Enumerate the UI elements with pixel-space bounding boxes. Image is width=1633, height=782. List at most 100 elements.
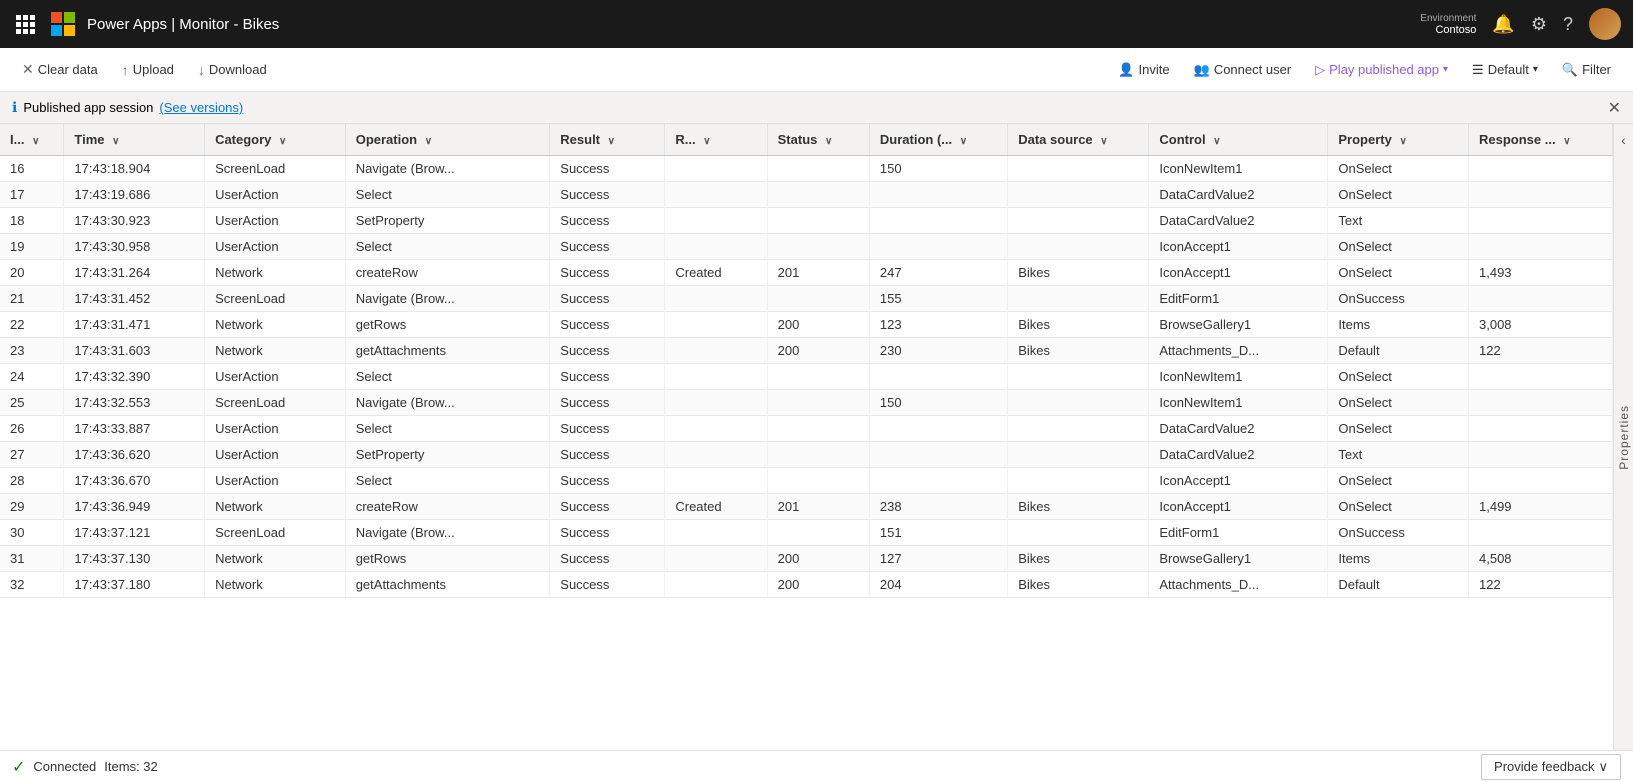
- cell-operation: getAttachments: [345, 572, 550, 598]
- cell-result: Success: [550, 312, 665, 338]
- status-bar: ✓ Connected Items: 32 Provide feedback ∨: [0, 750, 1633, 782]
- table-row[interactable]: 2517:43:32.553ScreenLoadNavigate (Brow..…: [0, 390, 1613, 416]
- cell-property: OnSelect: [1328, 234, 1469, 260]
- connect-user-button[interactable]: 👥 Connect user: [1184, 58, 1302, 82]
- cell-control: DataCardValue2: [1149, 208, 1328, 234]
- table-row[interactable]: 1917:43:30.958UserActionSelectSuccessIco…: [0, 234, 1613, 260]
- see-versions-link[interactable]: (See versions): [159, 100, 243, 115]
- notification-icon[interactable]: 🔔: [1492, 14, 1514, 35]
- sort-icon-time: ∨: [112, 136, 119, 147]
- table-row[interactable]: 1717:43:19.686UserActionSelectSuccessDat…: [0, 182, 1613, 208]
- default-button[interactable]: ☰ Default ▾: [1462, 58, 1548, 82]
- cell-control: BrowseGallery1: [1149, 546, 1328, 572]
- cell-id: 17: [0, 182, 64, 208]
- col-header-property[interactable]: Property ∨: [1328, 124, 1469, 156]
- table-row[interactable]: 2317:43:31.603NetworkgetAttachmentsSucce…: [0, 338, 1613, 364]
- cell-response: [1469, 416, 1613, 442]
- cell-operation: Select: [345, 468, 550, 494]
- cell-status: 201: [767, 260, 869, 286]
- cell-time: 17:43:18.904: [64, 156, 205, 182]
- cell-duration: 123: [869, 312, 1007, 338]
- settings-icon[interactable]: ⚙: [1531, 14, 1547, 35]
- col-header-response[interactable]: Response ... ∨: [1469, 124, 1613, 156]
- cell-datasource: [1008, 286, 1149, 312]
- upload-icon: ↑: [122, 62, 129, 78]
- table-row[interactable]: 2817:43:36.670UserActionSelectSuccessIco…: [0, 468, 1613, 494]
- table-row[interactable]: 3217:43:37.180NetworkgetAttachmentsSucce…: [0, 572, 1613, 598]
- provide-feedback-button[interactable]: Provide feedback ∨: [1481, 754, 1621, 780]
- cell-control: IconNewItem1: [1149, 364, 1328, 390]
- cell-id: 22: [0, 312, 64, 338]
- app-title: Power Apps | Monitor - Bikes: [87, 16, 279, 33]
- cell-property: OnSuccess: [1328, 286, 1469, 312]
- top-bar-right: Environment Contoso 🔔 ⚙ ?: [1420, 8, 1621, 40]
- cell-result: Success: [550, 468, 665, 494]
- cell-duration: 204: [869, 572, 1007, 598]
- col-header-r[interactable]: R... ∨: [665, 124, 767, 156]
- cell-status: 200: [767, 312, 869, 338]
- table-row[interactable]: 2617:43:33.887UserActionSelectSuccessDat…: [0, 416, 1613, 442]
- environment-block: Environment Contoso: [1420, 13, 1476, 36]
- cell-category: Network: [205, 338, 346, 364]
- table-row[interactable]: 1817:43:30.923UserActionSetPropertySucce…: [0, 208, 1613, 234]
- cell-control: BrowseGallery1: [1149, 312, 1328, 338]
- cell-result: Success: [550, 390, 665, 416]
- upload-button[interactable]: ↑ Upload: [112, 58, 184, 82]
- info-bar-close-icon[interactable]: ✕: [1608, 98, 1621, 118]
- cell-r: [665, 572, 767, 598]
- cell-result: Success: [550, 546, 665, 572]
- table-row[interactable]: 2017:43:31.264NetworkcreateRowSuccessCre…: [0, 260, 1613, 286]
- properties-side-panel[interactable]: ‹ Properties: [1613, 124, 1633, 750]
- col-header-category[interactable]: Category ∨: [205, 124, 346, 156]
- connected-status: Connected: [33, 759, 96, 774]
- filter-button[interactable]: 🔍 Filter: [1552, 58, 1621, 82]
- cell-datasource: Bikes: [1008, 338, 1149, 364]
- cell-status: 201: [767, 494, 869, 520]
- table-row[interactable]: 1617:43:18.904ScreenLoadNavigate (Brow..…: [0, 156, 1613, 182]
- col-header-time[interactable]: Time ∨: [64, 124, 205, 156]
- cell-category: ScreenLoad: [205, 390, 346, 416]
- cell-status: [767, 156, 869, 182]
- cell-result: Success: [550, 182, 665, 208]
- download-button[interactable]: ↓ Download: [188, 58, 277, 82]
- table-row[interactable]: 3117:43:37.130NetworkgetRowsSuccess20012…: [0, 546, 1613, 572]
- cell-control: IconAccept1: [1149, 234, 1328, 260]
- play-published-app-button[interactable]: ▷ Play published app ▾: [1305, 58, 1458, 82]
- table-row[interactable]: 2917:43:36.949NetworkcreateRowSuccessCre…: [0, 494, 1613, 520]
- cell-property: OnSelect: [1328, 468, 1469, 494]
- col-header-status[interactable]: Status ∨: [767, 124, 869, 156]
- col-header-datasource[interactable]: Data source ∨: [1008, 124, 1149, 156]
- help-icon[interactable]: ?: [1563, 14, 1573, 35]
- cell-category: ScreenLoad: [205, 286, 346, 312]
- cell-id: 31: [0, 546, 64, 572]
- session-text: Published app session: [23, 100, 153, 115]
- cell-operation: SetProperty: [345, 442, 550, 468]
- cell-property: OnSelect: [1328, 364, 1469, 390]
- col-header-control[interactable]: Control ∨: [1149, 124, 1328, 156]
- invite-button[interactable]: 👤 Invite: [1108, 58, 1179, 82]
- cell-datasource: [1008, 468, 1149, 494]
- clear-data-button[interactable]: ✕ Clear data: [12, 57, 108, 82]
- col-header-result[interactable]: Result ∨: [550, 124, 665, 156]
- cell-category: Network: [205, 572, 346, 598]
- col-header-duration[interactable]: Duration (... ∨: [869, 124, 1007, 156]
- user-avatar[interactable]: [1589, 8, 1621, 40]
- cell-duration: 155: [869, 286, 1007, 312]
- properties-label: Properties: [1617, 405, 1631, 470]
- sort-icon-control: ∨: [1213, 136, 1220, 147]
- cell-r: [665, 312, 767, 338]
- table-wrapper[interactable]: I... ∨ Time ∨ Category ∨ Operation: [0, 124, 1613, 750]
- col-header-id[interactable]: I... ∨: [0, 124, 64, 156]
- cell-response: [1469, 364, 1613, 390]
- cell-id: 29: [0, 494, 64, 520]
- table-row[interactable]: 2717:43:36.620UserActionSetPropertySucce…: [0, 442, 1613, 468]
- table-row[interactable]: 3017:43:37.121ScreenLoadNavigate (Brow..…: [0, 520, 1613, 546]
- cell-operation: createRow: [345, 260, 550, 286]
- table-row[interactable]: 2417:43:32.390UserActionSelectSuccessIco…: [0, 364, 1613, 390]
- table-row[interactable]: 2117:43:31.452ScreenLoadNavigate (Brow..…: [0, 286, 1613, 312]
- waffle-icon[interactable]: [12, 11, 39, 38]
- col-header-operation[interactable]: Operation ∨: [345, 124, 550, 156]
- table-row[interactable]: 2217:43:31.471NetworkgetRowsSuccess20012…: [0, 312, 1613, 338]
- cell-r: [665, 182, 767, 208]
- cell-result: Success: [550, 572, 665, 598]
